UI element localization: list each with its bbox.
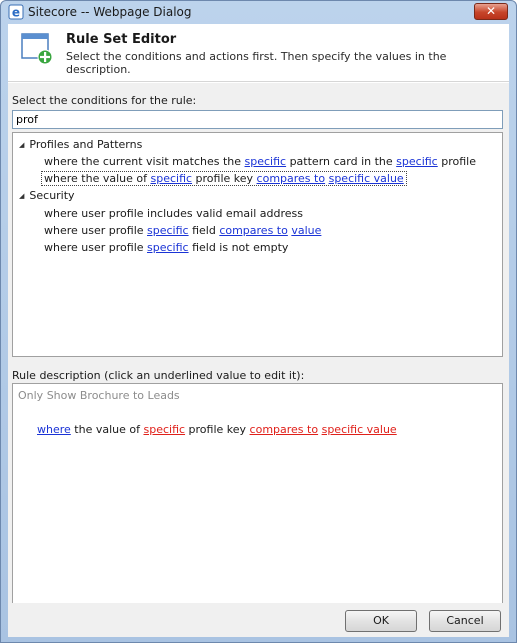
conditions-list[interactable]: ◢ Profiles and Patterns where the curren… bbox=[12, 132, 503, 357]
rule-name[interactable]: Only Show Brochure to Leads bbox=[18, 389, 180, 402]
conditions-label: Select the conditions for the rule: bbox=[12, 94, 197, 107]
title-bar[interactable]: e Sitecore -- Webpage Dialog ✕ bbox=[1, 1, 516, 23]
condition-text: profile key bbox=[192, 172, 257, 185]
condition-text: field is not empty bbox=[188, 241, 289, 254]
value-link[interactable]: value bbox=[291, 224, 321, 237]
specific-link[interactable]: specific bbox=[396, 155, 438, 168]
condition-text: where user profile bbox=[44, 241, 148, 254]
dialog-header: Rule Set Editor Select the conditions an… bbox=[8, 24, 509, 82]
specific-link[interactable]: specific bbox=[147, 241, 189, 254]
close-button[interactable]: ✕ bbox=[474, 3, 508, 20]
specific-value-link[interactable]: specific value bbox=[329, 172, 404, 185]
svg-text:e: e bbox=[12, 6, 20, 20]
condition-item[interactable]: where user profile includes valid email … bbox=[44, 207, 303, 220]
group-profiles-and-patterns[interactable]: ◢ Profiles and Patterns bbox=[19, 138, 142, 151]
cancel-button[interactable]: Cancel bbox=[429, 610, 501, 632]
group-label: Security bbox=[29, 189, 75, 202]
specific-value-link[interactable]: specific value bbox=[322, 423, 397, 436]
rule-text: the value of bbox=[70, 423, 144, 436]
collapse-triangle-icon[interactable]: ◢ bbox=[19, 192, 24, 200]
condition-text: where user profile bbox=[44, 224, 148, 237]
condition-item[interactable]: where the current visit matches the spec… bbox=[44, 155, 476, 168]
specific-link[interactable]: specific bbox=[143, 423, 185, 436]
rule-condition-line: where the value of specific profile key … bbox=[37, 423, 397, 436]
collapse-triangle-icon[interactable]: ◢ bbox=[19, 141, 24, 149]
specific-link[interactable]: specific bbox=[147, 224, 189, 237]
condition-text: pattern card in the bbox=[286, 155, 397, 168]
group-security[interactable]: ◢ Security bbox=[19, 189, 75, 202]
rule-text: profile key bbox=[185, 423, 250, 436]
dialog-window: e Sitecore -- Webpage Dialog ✕ Rule Set … bbox=[0, 0, 517, 643]
condition-text: profile bbox=[437, 155, 476, 168]
ok-button[interactable]: OK bbox=[345, 610, 417, 632]
internet-explorer-icon: e bbox=[8, 4, 24, 20]
group-label: Profiles and Patterns bbox=[29, 138, 143, 151]
rule-description-panel: Only Show Brochure to Leads where the va… bbox=[12, 383, 503, 631]
condition-search-input[interactable] bbox=[12, 110, 503, 129]
window-title: Sitecore -- Webpage Dialog bbox=[28, 5, 192, 19]
where-link[interactable]: where bbox=[37, 423, 71, 436]
condition-item[interactable]: where user profile specific field is not… bbox=[44, 241, 288, 254]
compares-to-link[interactable]: compares to bbox=[219, 224, 288, 237]
condition-text: where the value of bbox=[44, 172, 151, 185]
specific-link[interactable]: specific bbox=[245, 155, 287, 168]
dialog-body: Select the conditions for the rule: ◢ Pr… bbox=[8, 83, 509, 631]
dialog-client-area: Rule Set Editor Select the conditions an… bbox=[8, 24, 509, 637]
condition-text: where the current visit matches the bbox=[44, 155, 245, 168]
dialog-instructions: Select the conditions and actions first.… bbox=[66, 50, 447, 76]
condition-text: field bbox=[188, 224, 220, 237]
compares-to-link[interactable]: compares to bbox=[257, 172, 326, 185]
description-label: Rule description (click an underlined va… bbox=[12, 369, 305, 382]
rule-editor-add-icon bbox=[21, 33, 53, 64]
condition-item[interactable]: where user profile specific field compar… bbox=[44, 224, 321, 237]
dialog-footer: OK Cancel bbox=[8, 603, 509, 637]
condition-item-selected[interactable]: where the value of specific profile key … bbox=[41, 171, 407, 186]
compares-to-link[interactable]: compares to bbox=[250, 423, 319, 436]
dialog-heading: Rule Set Editor bbox=[66, 32, 177, 47]
specific-link[interactable]: specific bbox=[150, 172, 192, 185]
